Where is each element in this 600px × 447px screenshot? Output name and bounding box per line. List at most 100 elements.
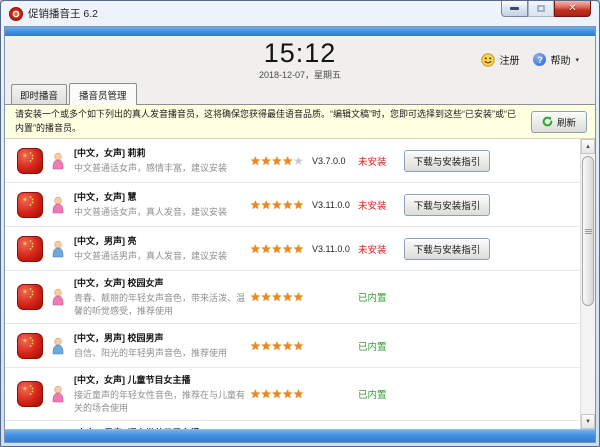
china-flag-icon bbox=[17, 235, 43, 262]
announcer-row: [中文，女声] 儿童节目女主播 接近童声的年轻女性音色，推荐在与儿童有关的场合使… bbox=[5, 368, 580, 422]
download-install-button[interactable]: 下载与安装指引 bbox=[404, 193, 490, 216]
version-label: V3.7.0.0 bbox=[312, 155, 346, 166]
announcer-gender-icon bbox=[52, 288, 64, 306]
announcer-gender-icon bbox=[52, 152, 64, 169]
star-filled-icon: ★ bbox=[293, 290, 304, 305]
star-rating: ★★★★★ bbox=[250, 154, 312, 168]
china-flag-icon bbox=[17, 332, 43, 359]
star-filled-icon: ★ bbox=[260, 241, 272, 256]
status-badge: 未安装 bbox=[358, 200, 387, 212]
announcer-text: [中文，女声] 校园女声 青春、靓丽的年轻女声音色，带来活泼、温馨的听觉感受，推… bbox=[74, 276, 250, 318]
announcer-gender-icon bbox=[52, 337, 64, 354]
announcer-gender-icon bbox=[52, 196, 64, 213]
star-filled-icon: ★ bbox=[282, 197, 294, 212]
star-filled-icon: ★ bbox=[282, 338, 294, 353]
window-controls: ✕ bbox=[501, 1, 591, 17]
refresh-button[interactable]: 刷新 bbox=[530, 110, 587, 133]
scroll-up-button[interactable]: ▲ bbox=[581, 139, 595, 154]
star-filled-icon: ★ bbox=[260, 290, 272, 305]
app-window: 促销播音王 6.2 ✕ 15:12 2018-12-07，星期五 注册 ? 帮助… bbox=[0, 0, 600, 447]
window-title: 促销播音王 6.2 bbox=[28, 8, 99, 20]
tab-instant-broadcast[interactable]: 即时播音 bbox=[11, 84, 68, 104]
china-flag-icon bbox=[17, 191, 43, 218]
star-filled-icon: ★ bbox=[282, 241, 294, 256]
install-notice-bar: 请安装一个或多个如下列出的真人发音播音员，这将确保您获得最佳语音品质。“编辑文稿… bbox=[5, 105, 595, 139]
tab-announcer-management[interactable]: 播音员管理 bbox=[69, 83, 137, 105]
header-links: 注册 ? 帮助 ▾ bbox=[481, 52, 579, 67]
announcer-title: [中文，女声] 莉莉 bbox=[74, 147, 146, 158]
clock-date: 2018-12-07，星期五 bbox=[258, 70, 342, 81]
announcer-description: 中文普通话女声，感情丰富，建议安装 bbox=[74, 162, 228, 173]
star-filled-icon: ★ bbox=[260, 387, 272, 402]
china-flag-icon bbox=[17, 284, 43, 311]
titlebar: 促销播音王 6.2 ✕ bbox=[4, 1, 596, 26]
thumb-grip bbox=[584, 228, 592, 230]
scroll-thumb[interactable] bbox=[582, 156, 594, 306]
star-rating: ★★★★★ bbox=[250, 198, 312, 212]
star-filled-icon: ★ bbox=[293, 241, 304, 256]
star-filled-icon: ★ bbox=[271, 338, 283, 353]
china-flag-icon bbox=[17, 381, 43, 408]
scroll-down-button[interactable]: ▼ bbox=[581, 414, 595, 429]
refresh-icon bbox=[542, 116, 553, 127]
star-filled-icon: ★ bbox=[293, 338, 304, 353]
announcer-gender-icon bbox=[52, 386, 64, 403]
close-icon: ✕ bbox=[568, 3, 577, 14]
star-filled-icon: ★ bbox=[260, 197, 272, 212]
download-install-button[interactable]: 下载与安装指引 bbox=[404, 149, 490, 172]
app-frame: 15:12 2018-12-07，星期五 注册 ? 帮助 ▾ 即时播音 播音员管… bbox=[4, 26, 596, 443]
announcer-gender-icon bbox=[52, 240, 64, 257]
header: 15:12 2018-12-07，星期五 注册 ? 帮助 ▾ bbox=[5, 36, 595, 84]
announcer-description: 接近童声的年轻女性音色，推荐在与儿童有关的场合使用 bbox=[74, 390, 246, 414]
maximize-button[interactable] bbox=[528, 1, 554, 17]
help-menu[interactable]: ? 帮助 ▾ bbox=[533, 52, 579, 67]
star-filled-icon: ★ bbox=[282, 290, 294, 305]
help-icon: ? bbox=[533, 53, 547, 66]
download-install-button[interactable]: 下载与安装指引 bbox=[404, 237, 490, 260]
announcer-row: [中文，女声] 慧 中文普通话女声，真人发音，建议安装 ★★★★★ V3.11.… bbox=[5, 183, 580, 227]
minimize-button[interactable] bbox=[501, 1, 528, 17]
version-label: V3.11.0.0 bbox=[312, 243, 350, 254]
star-rating: ★★★★★ bbox=[250, 290, 312, 304]
star-filled-icon: ★ bbox=[250, 241, 261, 256]
smiley-icon bbox=[481, 52, 496, 67]
announcer-title: [中文，女声] 校园女声 bbox=[74, 278, 164, 288]
star-empty-icon: ★ bbox=[293, 153, 304, 168]
announcer-title: [中文，男声] 校园男声 bbox=[74, 333, 164, 344]
star-filled-icon: ★ bbox=[271, 197, 283, 212]
close-button[interactable]: ✕ bbox=[554, 1, 591, 17]
announcer-description: 中文普通话女声，真人发音，建议安装 bbox=[74, 206, 228, 217]
announcer-text: [中文，男声] 亮 中文普通话男声，真人发音，建议安装 bbox=[74, 234, 250, 263]
scrollbar: ▲ ▼ bbox=[580, 139, 595, 429]
thumb-grip bbox=[584, 230, 592, 232]
refresh-label: 刷新 bbox=[556, 117, 576, 129]
star-rating: ★★★★★ bbox=[250, 242, 312, 256]
bottom-accent-bar bbox=[5, 429, 595, 442]
action-cell: 下载与安装指引 bbox=[404, 237, 496, 260]
status-badge: 未安装 bbox=[358, 244, 387, 256]
app-icon bbox=[9, 6, 23, 21]
status-badge: 已内置 bbox=[358, 293, 387, 305]
announcer-title: [中文，女声] 儿童节目女主播 bbox=[74, 375, 191, 386]
star-rating: ★★★★★ bbox=[250, 339, 312, 353]
scroll-track[interactable] bbox=[581, 154, 595, 414]
star-filled-icon: ★ bbox=[271, 290, 283, 305]
star-filled-icon: ★ bbox=[260, 338, 272, 353]
status-badge: 已内置 bbox=[358, 341, 387, 353]
star-filled-icon: ★ bbox=[271, 387, 283, 402]
register-link[interactable]: 注册 bbox=[481, 52, 519, 67]
china-flag-icon bbox=[17, 147, 43, 174]
tab-bar: 即时播音 播音员管理 bbox=[5, 83, 595, 105]
main-area: 15:12 2018-12-07，星期五 注册 ? 帮助 ▾ 即时播音 播音员管… bbox=[5, 36, 595, 429]
maximize-icon bbox=[537, 5, 545, 12]
announcer-row: [中文，男声] 亮 中文普通话男声，真人发音，建议安装 ★★★★★ V3.11.… bbox=[5, 227, 580, 271]
star-filled-icon: ★ bbox=[293, 387, 304, 402]
notice-text: 请安装一个或多个如下列出的真人发音播音员，这将确保您获得最佳语音品质。“编辑文稿… bbox=[15, 109, 516, 133]
announcer-description: 自信、阳光的年轻男声音色，推荐使用 bbox=[74, 348, 228, 359]
chevron-down-icon: ▾ bbox=[575, 56, 579, 64]
announcer-text: [中文，女声] 莉莉 中文普通话女声，感情丰富，建议安装 bbox=[74, 146, 250, 175]
star-filled-icon: ★ bbox=[250, 387, 261, 402]
status-badge: 已内置 bbox=[358, 390, 387, 402]
minimize-icon bbox=[510, 7, 519, 10]
announcer-title: [中文，女声] 慧 bbox=[74, 191, 137, 202]
